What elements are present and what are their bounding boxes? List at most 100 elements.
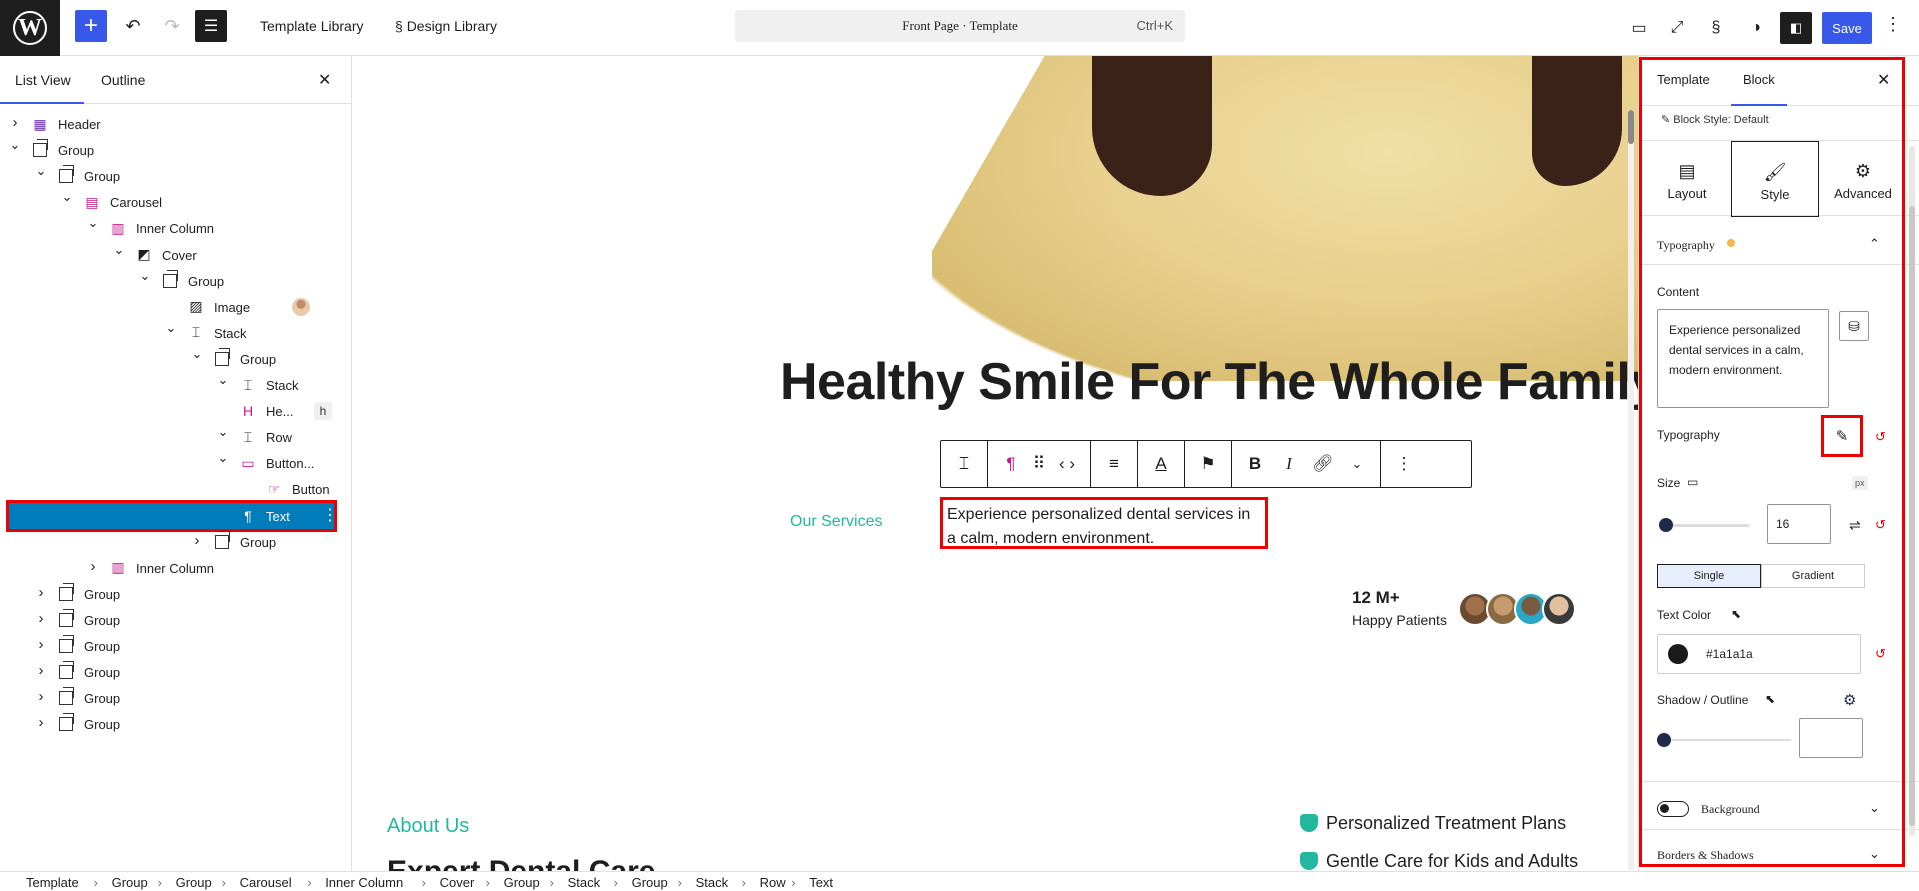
size-slider[interactable] [1659,518,1749,532]
command-palette-button[interactable]: Front Page · Template Ctrl+K [735,10,1185,42]
save-button[interactable]: Save [1822,12,1872,44]
content-textarea[interactable]: Experience personalized dental services … [1657,309,1829,408]
selected-paragraph[interactable]: Experience personalized dental services … [940,497,1268,549]
reset-typography-button[interactable]: ↺ [1875,429,1886,445]
chevron-right-icon[interactable]: › [34,688,48,705]
align-button[interactable]: ≡ [1097,447,1131,481]
breadcrumb-item[interactable]: Group [176,875,212,890]
breadcrumb-item[interactable]: Group [632,875,668,890]
unit-selector[interactable]: px [1852,476,1868,490]
collapse-typography-button[interactable]: ⌃ [1869,236,1880,252]
chevron-right-icon[interactable]: › [34,714,48,731]
document-overview-button[interactable]: ☰ [195,10,227,42]
move-button[interactable]: ‹ › [1050,447,1084,481]
sidebar-scrollbar[interactable] [1909,146,1915,836]
chevron-right-icon[interactable]: › [34,662,48,679]
block-type-button[interactable]: ¶ [994,447,1028,481]
chevron-down-icon[interactable]: ⌄ [164,320,178,336]
canvas-scrollbar[interactable] [1628,110,1634,870]
slider-handle[interactable] [1659,518,1673,532]
styles-button[interactable]: ◑ [1742,14,1770,42]
add-block-button[interactable]: + [75,10,107,42]
chevron-right-icon[interactable]: › [34,636,48,653]
typography-panel-title[interactable]: Typography [1657,238,1715,253]
breadcrumb-item[interactable]: Group [504,875,540,890]
advanced-tab-button[interactable]: ⚙ Advanced [1819,141,1907,217]
breadcrumb-item[interactable]: Row [760,875,786,890]
chevron-right-icon[interactable]: › [34,584,48,601]
shadow-settings-button[interactable]: ⚙ [1843,691,1856,709]
borders-label[interactable]: Borders & Shadows [1657,848,1754,861]
reset-color-button[interactable]: ↺ [1875,646,1886,662]
breadcrumb-item[interactable]: Carousel [240,875,292,890]
more-formats-button[interactable]: ⌄ [1340,447,1374,481]
breadcrumb-item[interactable]: Group [112,875,148,890]
more-vertical-icon[interactable]: ⋮ [322,505,338,525]
close-list-view-button[interactable]: ✕ [318,70,331,90]
canvas-scroll-thumb[interactable] [1628,110,1634,144]
chevron-down-icon[interactable]: ⌄ [34,163,48,179]
chevron-down-icon[interactable]: ⌄ [216,450,230,466]
background-toggle[interactable] [1657,801,1689,817]
chevron-right-icon[interactable]: › [34,610,48,627]
link-button[interactable]: 🔗︎ [1306,447,1340,481]
redo-button[interactable]: ↷ [156,10,188,42]
drag-handle[interactable]: ⠿ [1028,447,1050,481]
wordpress-logo[interactable]: W [0,0,60,56]
expand-borders-button[interactable]: ⌄ [1869,846,1880,862]
gradient-color-button[interactable]: Gradient [1761,564,1865,588]
tab-template[interactable]: Template [1657,72,1710,87]
style-tab-button[interactable]: 🖌︎ Style [1731,141,1819,217]
italic-button[interactable]: I [1272,447,1306,481]
fullscreen-button[interactable]: ⤢ [1663,14,1691,42]
desktop-icon[interactable]: ▭ [1687,475,1698,489]
chevron-right-icon[interactable]: › [8,114,22,131]
plugin-button[interactable]: § [1702,14,1730,42]
reset-size-button[interactable]: ↺ [1875,517,1886,533]
chevron-down-icon[interactable]: ⌄ [190,346,204,362]
chevron-down-icon[interactable]: ⌄ [216,424,230,440]
dynamic-data-button[interactable]: ⛁ [1839,311,1869,341]
design-library-link[interactable]: § Design Library [395,18,497,34]
chevron-down-icon[interactable]: ⌄ [216,372,230,388]
chevron-right-icon[interactable]: › [86,558,100,575]
text-color-button[interactable]: A [1144,447,1178,481]
hero-heading[interactable]: Healthy Smile For The Whole Family [780,352,1659,412]
chevron-down-icon[interactable]: ⌄ [86,215,100,231]
block-style-selector[interactable]: ✎ Block Style: Default [1661,113,1769,126]
shadow-slider[interactable] [1657,733,1791,747]
layout-tab-button[interactable]: ▤ Layout [1643,141,1731,217]
settings-button[interactable]: ◧ [1780,12,1812,44]
text-color-picker[interactable]: #1a1a1a [1657,634,1861,674]
device-preview-button[interactable]: ▭ [1625,14,1653,42]
shadow-input[interactable] [1799,718,1863,758]
chevron-down-icon[interactable]: ⌄ [112,242,126,258]
select-parent-button[interactable]: ⌶ [947,447,981,481]
breadcrumb-item[interactable]: Inner Column [325,875,403,890]
tree-item[interactable]: › Group [0,708,351,740]
chevron-down-icon[interactable]: ⌄ [8,137,22,153]
breadcrumb-item[interactable]: Cover [440,875,475,890]
undo-button[interactable]: ↶ [117,10,149,42]
edit-typography-button[interactable]: ✎ [1821,415,1863,457]
template-library-link[interactable]: Template Library [260,18,364,34]
breadcrumb-item[interactable]: Stack [568,875,601,890]
options-menu-button[interactable]: ⋮ [1884,14,1902,35]
block-options-button[interactable]: ⋮ [1387,447,1421,481]
breadcrumb-item[interactable]: Stack [696,875,729,890]
sidebar-scroll-thumb[interactable] [1909,206,1915,826]
tab-block[interactable]: Block [1731,72,1787,106]
bold-button[interactable]: B [1238,447,1272,481]
size-input[interactable]: 16 [1767,504,1831,544]
chevron-right-icon[interactable]: › [190,532,204,549]
custom-size-button[interactable]: ⇌ [1849,517,1861,534]
our-services-link[interactable]: Our Services [790,513,882,531]
tab-list-view[interactable]: List View [15,72,71,88]
single-color-button[interactable]: Single [1657,564,1761,588]
expand-background-button[interactable]: ⌄ [1869,800,1880,816]
tab-outline[interactable]: Outline [101,72,145,88]
chevron-down-icon[interactable]: ⌄ [60,189,74,205]
dropcap-button[interactable]: ⚑ [1191,447,1225,481]
slider-handle[interactable] [1657,733,1671,747]
close-sidebar-button[interactable]: ✕ [1877,70,1890,90]
